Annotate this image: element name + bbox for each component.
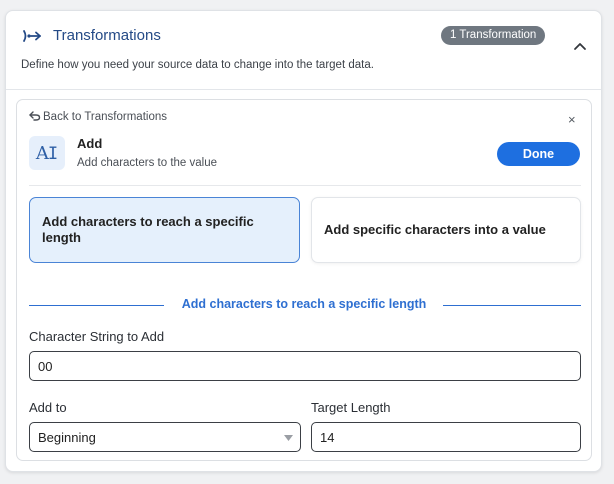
target-length-input[interactable] bbox=[311, 422, 581, 452]
section-description: Define how you need your source data to … bbox=[21, 59, 374, 71]
add-to-value: Beginning bbox=[38, 430, 96, 445]
section-divider-right bbox=[443, 305, 581, 306]
add-icon-glyph: AI bbox=[35, 142, 59, 164]
done-button[interactable]: Done bbox=[497, 142, 580, 166]
add-to-select[interactable]: Beginning bbox=[29, 422, 301, 452]
target-length-label: Target Length bbox=[311, 400, 391, 415]
add-to-label: Add to bbox=[29, 400, 67, 415]
transformation-name: Add bbox=[77, 136, 103, 151]
header-divider bbox=[6, 89, 601, 90]
transform-arrow-icon bbox=[23, 30, 41, 42]
subsection-title: Add characters to reach a specific lengt… bbox=[181, 297, 427, 311]
section-title: Transformations bbox=[53, 27, 161, 44]
chevron-up-icon[interactable] bbox=[573, 41, 587, 51]
option-specific-characters[interactable]: Add specific characters into a value bbox=[311, 197, 581, 263]
transformation-description: Add characters to the value bbox=[77, 157, 217, 169]
back-arrow-icon bbox=[29, 111, 41, 121]
back-label: Back to Transformations bbox=[43, 111, 167, 123]
character-string-label: Character String to Add bbox=[29, 329, 165, 344]
transformation-editor-panel: Back to Transformations × AI Add Add cha… bbox=[16, 99, 592, 461]
add-characters-icon: AI bbox=[29, 136, 65, 170]
transformation-count-badge: 1 Transformation bbox=[441, 26, 546, 45]
character-string-input[interactable] bbox=[29, 351, 581, 381]
back-to-transformations-link[interactable]: Back to Transformations bbox=[29, 111, 167, 123]
panel-divider bbox=[29, 185, 581, 186]
close-icon[interactable]: × bbox=[568, 113, 576, 126]
transformations-card: Transformations 1 Transformation Define … bbox=[5, 10, 602, 472]
caret-down-icon bbox=[284, 435, 293, 441]
option-reach-specific-length[interactable]: Add characters to reach a specific lengt… bbox=[29, 197, 300, 263]
